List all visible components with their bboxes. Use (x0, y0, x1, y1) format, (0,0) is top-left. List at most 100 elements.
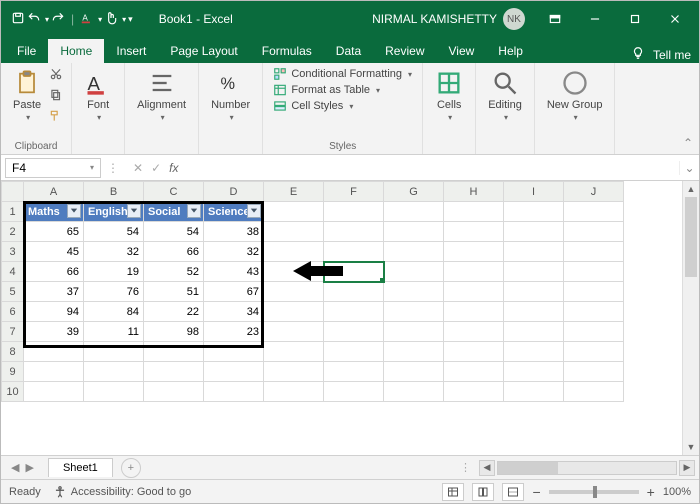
cell-styles-button[interactable]: Cell Styles▾ (273, 99, 412, 113)
cell-F9[interactable] (324, 362, 384, 382)
touch-mode-icon[interactable] (104, 11, 118, 28)
cell-B7[interactable]: 11 (84, 322, 144, 342)
cell-D9[interactable] (204, 362, 264, 382)
cell-F7[interactable] (324, 322, 384, 342)
cell-E8[interactable] (264, 342, 324, 362)
cell-G4[interactable] (384, 262, 444, 282)
editing-button[interactable]: Editing▾ (484, 67, 526, 124)
cell-J9[interactable] (564, 362, 624, 382)
cell-E10[interactable] (264, 382, 324, 402)
row-header-6[interactable]: 6 (2, 302, 24, 322)
font-button[interactable]: A Font▾ (80, 67, 116, 124)
cell-C9[interactable] (144, 362, 204, 382)
cell-J6[interactable] (564, 302, 624, 322)
cell-H4[interactable] (444, 262, 504, 282)
cell-G1[interactable] (384, 202, 444, 222)
cell-B5[interactable]: 76 (84, 282, 144, 302)
cell-D3[interactable]: 32 (204, 242, 264, 262)
cell-H8[interactable] (444, 342, 504, 362)
col-header-G[interactable]: G (384, 182, 444, 202)
cell-J2[interactable] (564, 222, 624, 242)
col-header-D[interactable]: D (204, 182, 264, 202)
cell-E4[interactable] (264, 262, 324, 282)
cell-G3[interactable] (384, 242, 444, 262)
normal-view-icon[interactable] (442, 483, 464, 501)
cell-D8[interactable] (204, 342, 264, 362)
cell-C5[interactable]: 51 (144, 282, 204, 302)
filter-icon[interactable] (187, 204, 201, 218)
cell-F4[interactable] (324, 262, 384, 282)
cell-J5[interactable] (564, 282, 624, 302)
qat-customize-icon[interactable]: ▾ (128, 14, 133, 25)
row-header-4[interactable]: 4 (2, 262, 24, 282)
cell-H10[interactable] (444, 382, 504, 402)
cell-A9[interactable] (24, 362, 84, 382)
cell-H3[interactable] (444, 242, 504, 262)
undo-icon[interactable] (27, 11, 41, 28)
cell-I7[interactable] (504, 322, 564, 342)
cell-A3[interactable]: 45 (24, 242, 84, 262)
select-all-cell[interactable] (2, 182, 24, 202)
cell-B1[interactable]: English (84, 202, 144, 222)
cell-D7[interactable]: 23 (204, 322, 264, 342)
cell-G9[interactable] (384, 362, 444, 382)
cell-C2[interactable]: 54 (144, 222, 204, 242)
cell-F1[interactable] (324, 202, 384, 222)
cell-A2[interactable]: 65 (24, 222, 84, 242)
cell-C6[interactable]: 22 (144, 302, 204, 322)
cell-E5[interactable] (264, 282, 324, 302)
cell-E9[interactable] (264, 362, 324, 382)
cell-D4[interactable]: 43 (204, 262, 264, 282)
tab-data[interactable]: Data (324, 39, 373, 63)
cell-I4[interactable] (504, 262, 564, 282)
cell-D1[interactable]: Science (204, 202, 264, 222)
cell-E6[interactable] (264, 302, 324, 322)
cell-G5[interactable] (384, 282, 444, 302)
cell-B4[interactable]: 19 (84, 262, 144, 282)
cell-G7[interactable] (384, 322, 444, 342)
cut-icon[interactable] (49, 67, 63, 86)
cell-H7[interactable] (444, 322, 504, 342)
tab-formulas[interactable]: Formulas (250, 39, 324, 63)
cell-J4[interactable] (564, 262, 624, 282)
cell-C7[interactable]: 98 (144, 322, 204, 342)
tab-home[interactable]: Home (48, 39, 104, 63)
cell-B8[interactable] (84, 342, 144, 362)
cell-B3[interactable]: 32 (84, 242, 144, 262)
cell-C10[interactable] (144, 382, 204, 402)
col-header-E[interactable]: E (264, 182, 324, 202)
user-avatar[interactable]: NK (503, 8, 525, 30)
cell-B10[interactable] (84, 382, 144, 402)
cell-I2[interactable] (504, 222, 564, 242)
tab-view[interactable]: View (437, 39, 487, 63)
filter-icon[interactable] (67, 204, 81, 218)
cell-G10[interactable] (384, 382, 444, 402)
row-header-3[interactable]: 3 (2, 242, 24, 262)
cell-I8[interactable] (504, 342, 564, 362)
col-header-J[interactable]: J (564, 182, 624, 202)
cell-D5[interactable]: 67 (204, 282, 264, 302)
cell-C8[interactable] (144, 342, 204, 362)
cell-E7[interactable] (264, 322, 324, 342)
cell-F2[interactable] (324, 222, 384, 242)
cell-D10[interactable] (204, 382, 264, 402)
cell-C4[interactable]: 52 (144, 262, 204, 282)
cell-A1[interactable]: Maths (24, 202, 84, 222)
tab-file[interactable]: File (5, 39, 48, 63)
vertical-scrollbar[interactable]: ▲ ▼ (682, 181, 699, 455)
maximize-icon[interactable] (615, 1, 655, 37)
cell-E3[interactable] (264, 242, 324, 262)
filter-icon[interactable] (127, 204, 141, 218)
cell-G6[interactable] (384, 302, 444, 322)
cell-H1[interactable] (444, 202, 504, 222)
tab-page-layout[interactable]: Page Layout (158, 39, 249, 63)
accessibility-status[interactable]: Accessibility: Good to go (53, 485, 191, 499)
tab-review[interactable]: Review (373, 39, 436, 63)
minimize-icon[interactable] (575, 1, 615, 37)
cell-A8[interactable] (24, 342, 84, 362)
cell-A10[interactable] (24, 382, 84, 402)
cell-A7[interactable]: 39 (24, 322, 84, 342)
col-header-C[interactable]: C (144, 182, 204, 202)
cell-J3[interactable] (564, 242, 624, 262)
cell-F3[interactable] (324, 242, 384, 262)
